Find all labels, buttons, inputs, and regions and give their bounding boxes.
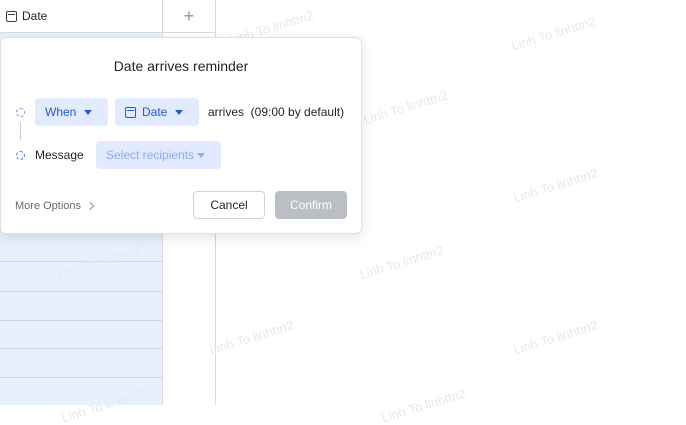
popover-title: Date arrives reminder	[113, 58, 249, 74]
watermark: Linh To linhttn2	[511, 317, 600, 358]
select-recipients-dropdown[interactable]: Select recipients	[96, 141, 221, 169]
watermark: Linh To linhttn2	[357, 242, 446, 283]
trigger-node-icon	[16, 108, 25, 117]
chevron-right-icon	[85, 201, 95, 211]
watermark: Linh To linhttn2	[207, 317, 296, 358]
row-divider	[0, 261, 162, 262]
date-field-dropdown[interactable]: Date	[115, 98, 199, 126]
calendar-icon	[6, 10, 17, 22]
calendar-icon	[125, 106, 136, 118]
row-divider	[0, 320, 162, 321]
step-connector	[20, 122, 21, 140]
when-label: When	[45, 105, 77, 119]
row-divider	[0, 377, 162, 378]
action-node-icon	[16, 151, 25, 160]
add-column-button[interactable]: +	[163, 0, 215, 33]
date-field-label: Date	[142, 105, 168, 119]
arrives-text: arrives (09:00 by default)	[208, 105, 345, 119]
more-options-label: More Options	[15, 200, 82, 212]
row-divider	[0, 291, 162, 292]
column-header-label: Date	[22, 9, 48, 23]
message-label: Message	[35, 148, 84, 162]
watermark: Linh To linhttn2	[509, 13, 598, 54]
watermark: Linh To linhttn2	[511, 165, 600, 206]
recipients-placeholder: Select recipients	[106, 148, 195, 162]
column-header-date[interactable]: Date	[0, 0, 162, 33]
reminder-popover: Date arrives reminder When Date arrives …	[0, 37, 362, 234]
watermark: Linh To linhttn2	[379, 385, 468, 425]
confirm-button[interactable]: Confirm	[275, 191, 347, 219]
watermark: Linh To linhttn2	[361, 87, 450, 128]
more-options-link[interactable]: More Options	[15, 200, 95, 212]
when-dropdown[interactable]: When	[35, 98, 108, 126]
row-divider	[0, 348, 162, 349]
caret-down-icon	[175, 109, 184, 115]
caret-down-icon	[197, 152, 206, 158]
cancel-button[interactable]: Cancel	[193, 191, 265, 219]
caret-down-icon	[84, 109, 93, 115]
